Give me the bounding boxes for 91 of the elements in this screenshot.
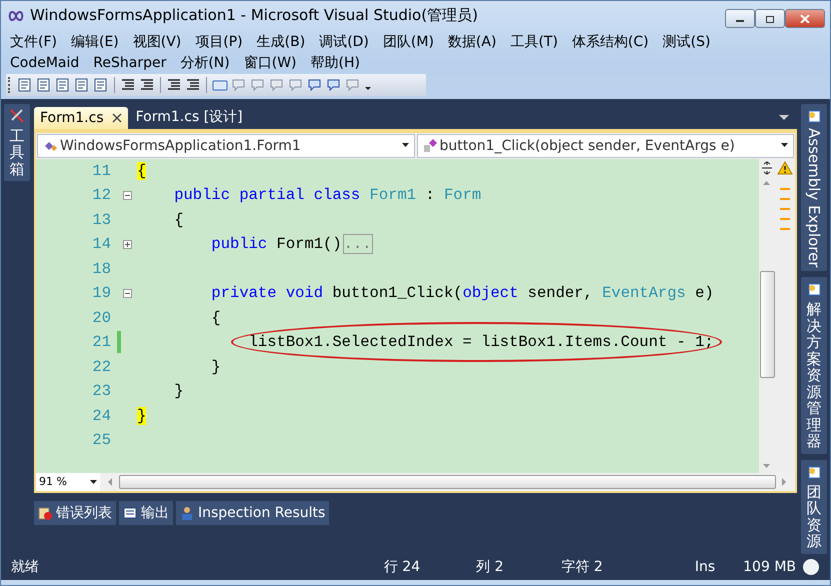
close-icon [800, 14, 810, 22]
menu-item[interactable]: 分析(N) [180, 54, 230, 72]
side-panel-tab[interactable]: Assembly Explorer [801, 104, 827, 272]
toolbar-icon[interactable] [93, 76, 109, 93]
maximize-button[interactable] [755, 9, 785, 28]
menu-item[interactable]: 数据(A) [448, 32, 496, 51]
caret-icon [402, 143, 410, 148]
toolbar-icon[interactable] [166, 76, 182, 93]
status-message: 就绪 [11, 558, 39, 576]
code-line: { [210, 308, 221, 327]
caret-icon [90, 480, 97, 484]
menu-item[interactable]: 窗口(W) [244, 54, 297, 72]
char-indicator: 字符 2 [561, 558, 603, 576]
menu-item[interactable]: 文件(F) [10, 32, 57, 51]
line-number: 23 [91, 382, 112, 400]
memory-gauge-icon [802, 558, 820, 576]
toolbar-icon[interactable] [307, 76, 323, 93]
infinity-icon [8, 10, 24, 21]
code-line: public partial class Form1 : Form [173, 186, 482, 204]
zoom-dropdown[interactable]: 91 % [36, 472, 100, 490]
menu-item[interactable]: 项目(P) [195, 32, 243, 51]
vertical-scrollbar[interactable] [759, 158, 775, 472]
document-tab[interactable]: Form1.cs [34, 106, 128, 128]
line-number: 25 [91, 431, 112, 450]
maximize-icon [765, 14, 775, 22]
code-line: private void button1_Click(object sender, EventArgs e) [210, 284, 714, 302]
collapse-icon[interactable] [122, 190, 132, 200]
menu-item[interactable]: ReSharper [93, 54, 166, 71]
menu-item[interactable]: 视图(V) [132, 32, 182, 51]
line-number: 24 [91, 406, 112, 425]
toolbar-icon[interactable] [326, 76, 342, 93]
type-dropdown[interactable]: WindowsFormsApplication1.Form1 [37, 134, 414, 158]
toolbox-tab[interactable]: 工具箱 [4, 104, 30, 181]
line-indicator: 行 24 [384, 558, 420, 576]
scroll-thumb[interactable] [760, 271, 774, 378]
panel-tab[interactable]: 输出 [119, 500, 173, 524]
toolbar-icon[interactable] [74, 76, 90, 93]
line-number: 19 [91, 284, 112, 302]
memory-indicator: 109 MB [743, 558, 796, 575]
person-icon [180, 506, 194, 520]
toolbar-icon[interactable] [36, 76, 52, 93]
output-icon [123, 506, 137, 520]
menu-item[interactable]: 帮助(H) [310, 54, 360, 72]
toolbar-icon[interactable] [120, 76, 136, 93]
dropdown-icon[interactable] [779, 114, 789, 120]
toolbar-icon[interactable] [17, 76, 33, 93]
toolbar-icon[interactable] [139, 76, 155, 93]
code-line: } [173, 382, 184, 400]
line-number: 22 [91, 358, 112, 376]
minimize-button[interactable] [725, 9, 755, 28]
code-line: listBox1.SelectedIndex = listBox1.Items.Count - 1; [248, 333, 714, 352]
line-number: 12 [91, 186, 112, 204]
warning-icon [777, 160, 793, 174]
line-number: 18 [91, 260, 112, 278]
menu-item[interactable]: 生成(B) [256, 32, 306, 51]
close-icon[interactable] [112, 112, 122, 122]
split-icon[interactable] [761, 160, 773, 174]
line-number: 20 [91, 308, 112, 327]
line-number: 21 [91, 333, 112, 352]
menu-item[interactable]: 调试(D) [319, 32, 369, 51]
toolbar-icon[interactable] [185, 76, 201, 93]
error-list-icon [38, 506, 52, 520]
menu-item[interactable]: 团队(M) [382, 32, 434, 51]
side-panel-tab[interactable]: 解决方案资源管理器 [801, 277, 827, 454]
line-number: 13 [91, 210, 112, 229]
panel-tab[interactable]: 错误列表 [34, 500, 116, 524]
panel-tab[interactable]: Inspection Results [176, 500, 330, 524]
code-line: } [210, 358, 221, 376]
line-number: 11 [91, 162, 112, 180]
menu-item[interactable]: 测试(S) [662, 32, 710, 51]
caret-icon [781, 143, 789, 148]
collapse-icon[interactable] [122, 288, 132, 298]
menu-item[interactable]: 工具(T) [510, 32, 558, 51]
method-icon [422, 138, 438, 154]
column-indicator: 列 2 [476, 558, 504, 576]
menu-item[interactable]: 编辑(E) [70, 32, 119, 51]
document-tab[interactable]: Form1.cs [设计] [130, 104, 249, 128]
insert-mode-indicator: Ins [694, 558, 716, 575]
tools-icon [9, 108, 25, 124]
close-button[interactable] [785, 9, 825, 28]
menu-item[interactable]: 体系结构(C) [572, 32, 649, 51]
side-panel-tab[interactable]: 团队资源 [801, 460, 827, 554]
scroll-thumb[interactable] [119, 474, 776, 488]
menu-item[interactable]: CodeMaid [10, 54, 80, 71]
expand-icon[interactable] [122, 240, 132, 249]
line-number: 14 [91, 235, 112, 254]
code-line: { [173, 210, 184, 229]
toolbar-icon[interactable] [55, 76, 71, 93]
member-dropdown[interactable]: button1_Click(object sender, EventArgs e) [416, 134, 794, 158]
window-title: WindowsFormsApplication1 - Microsoft Visual Studio(管理员) [30, 6, 478, 26]
code-line: public Form1()... [210, 235, 373, 254]
